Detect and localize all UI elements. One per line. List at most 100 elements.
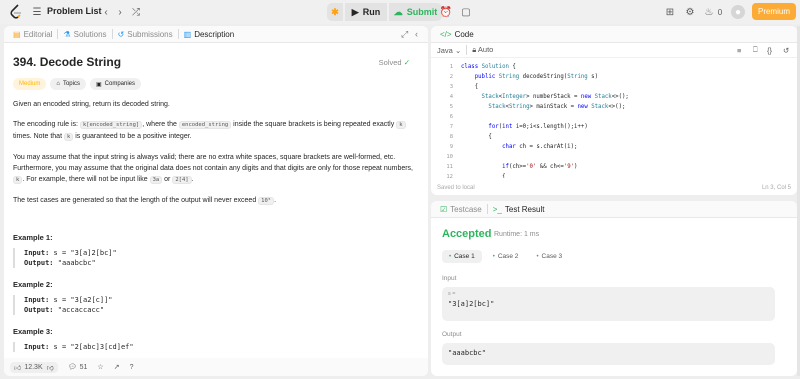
code-brackets-icon: </>: [440, 29, 452, 39]
avatar[interactable]: ●: [731, 5, 745, 19]
saved-status: Saved to local: [437, 185, 475, 191]
chevron-down-icon: ⌄: [454, 45, 462, 55]
checkbox-icon: ☑: [440, 204, 448, 214]
tab-description[interactable]: ▥ Description: [179, 26, 240, 43]
top-nav-bar: ☰ Problem List ‹ › ⤮ ✱ ▶ Run ☁ Submit ⏰ ▢ …: [0, 0, 800, 24]
leetcode-logo-icon[interactable]: [9, 4, 23, 20]
code-tab-bar: </> Code: [431, 26, 797, 43]
output-box: "aaabcbc": [442, 343, 775, 365]
tab-submissions[interactable]: ↺ Submissions: [113, 26, 178, 43]
input-label: Input: [442, 275, 457, 282]
tag-row: Medium ⌂ Topics ▣ Companies: [13, 78, 417, 90]
companies-button[interactable]: ▣ Companies: [89, 78, 142, 90]
line-number: 7: [449, 124, 453, 130]
debug-button[interactable]: ✱: [327, 3, 343, 21]
flask-icon: ⚗: [63, 29, 71, 39]
case-tab-2[interactable]: • Case 2: [486, 250, 526, 263]
bug-icon: ✱: [331, 6, 339, 17]
line-number: 2: [449, 74, 453, 80]
problem-list-icon[interactable]: ☰: [30, 5, 44, 19]
run-submit-group: ✱ ▶ Run ☁ Submit: [327, 3, 442, 21]
check-circle-icon: ✓: [403, 58, 410, 67]
bookmark-icon[interactable]: ⎕: [753, 45, 758, 55]
code-panel: </> Code Java ⌄ 🔒︎ Auto ≡ ⎕ {} ↺ 1 class …: [431, 26, 797, 195]
alarm-icon[interactable]: ⏰: [439, 5, 453, 19]
line-number: 6: [449, 114, 453, 120]
layout-grid-icon[interactable]: ⊞: [663, 5, 677, 19]
tab-test-result[interactable]: >_ Test Result: [488, 201, 550, 218]
code-line: Stack<String> mainStack = new Stack<>();: [488, 104, 626, 110]
tag-icon: ⌂: [56, 81, 60, 87]
pass-dot-icon: •: [492, 253, 495, 260]
problem-list-link[interactable]: Problem List: [47, 6, 102, 16]
streak-count: 0: [717, 7, 723, 17]
pass-dot-icon: •: [449, 253, 452, 260]
code-line: {: [461, 134, 492, 140]
shuffle-icon[interactable]: ⤮: [129, 5, 143, 19]
submit-button[interactable]: ☁ Submit: [389, 3, 442, 21]
topics-button[interactable]: ⌂ Topics: [50, 78, 86, 90]
next-problem-icon[interactable]: ›: [113, 5, 127, 19]
example-1-box: Input: s = "3[a]2[bc]" Output: "aaabcbc": [13, 248, 417, 268]
input-box: s = "3[a]2[bc]": [442, 287, 775, 321]
auto-mode-toggle[interactable]: 🔒︎ Auto: [472, 45, 493, 55]
example-2-box: Input: s = "3[a2[c]]" Output: "accaccacc…: [13, 295, 417, 315]
code-line: {: [461, 84, 479, 90]
line-number: 3: [449, 84, 453, 90]
notes-icon[interactable]: ▢: [459, 5, 473, 19]
description-panel: ▤ Editorial ⚗ Solutions ↺ Submissions ▥ Desc…: [4, 26, 428, 376]
prev-problem-icon[interactable]: ‹: [99, 5, 113, 19]
code-line: Stack<Integer> numberStack = new Stack<>…: [481, 94, 629, 100]
reset-icon[interactable]: ↺: [783, 46, 789, 55]
line-number: 1: [449, 64, 453, 70]
result-status: Accepted: [442, 228, 492, 240]
solved-status: Solved ✓: [378, 58, 410, 67]
case-tab-3[interactable]: • Case 3: [529, 250, 569, 263]
code-line: class Solution {: [461, 64, 516, 70]
upload-cloud-icon: ☁: [393, 6, 403, 17]
tab-editorial[interactable]: ▤ Editorial: [8, 26, 57, 43]
thumbs-down-icon[interactable]: 👎︎: [47, 363, 54, 372]
braces-icon[interactable]: {}: [767, 46, 772, 55]
problem-description: 394. Decode String Solved ✓ Medium ⌂ Topi…: [13, 52, 417, 362]
collapse-left-icon[interactable]: ‹: [415, 29, 418, 39]
line-number: 11: [446, 164, 453, 170]
line-number: 8: [449, 134, 453, 140]
comments-button[interactable]: 💬︎ 51: [67, 363, 88, 372]
comment-icon: 💬︎: [67, 364, 77, 371]
settings-gear-icon[interactable]: ⚙: [683, 5, 697, 19]
example-3-title: Example 3:: [13, 327, 53, 336]
building-icon: ▣: [95, 81, 102, 88]
tab-testcase[interactable]: ☑ Testcase: [435, 201, 487, 218]
tab-code[interactable]: </> Code: [435, 26, 479, 43]
line-number: 9: [449, 144, 453, 150]
code-line: for(int i=0;i<s.length();i++): [488, 124, 588, 130]
share-icon[interactable]: ↗: [114, 363, 120, 371]
line-number: 12: [446, 174, 453, 178]
code-editor[interactable]: 1 class Solution { 2 public String decod…: [431, 60, 797, 178]
fullscreen-icon[interactable]: ⤢: [401, 29, 408, 40]
case-tab-1[interactable]: • Case 1: [442, 250, 482, 263]
description-footer: 👍︎ 12.3K 👎︎ 💬︎ 51 ☆ ↗ ?: [4, 358, 428, 376]
favorite-star-icon[interactable]: ☆: [97, 363, 103, 371]
premium-button[interactable]: Premium: [752, 3, 796, 20]
document-icon: ▥: [183, 29, 192, 39]
problem-title: 394. Decode String: [13, 55, 122, 69]
like-button[interactable]: 👍︎ 12.3K 👎︎: [10, 361, 58, 373]
history-icon: ↺: [117, 29, 125, 39]
code-line: if(ch>='0' && ch<='9'): [502, 164, 578, 170]
example-2-title: Example 2:: [13, 280, 53, 289]
output-label: Output: [442, 331, 462, 338]
code-line: public String decodeString(String s): [474, 74, 599, 80]
tab-solutions[interactable]: ⚗ Solutions: [58, 26, 111, 43]
help-icon[interactable]: ?: [130, 364, 134, 371]
language-select[interactable]: Java ⌄: [437, 46, 461, 55]
thumbs-up-icon: 👍︎: [14, 364, 22, 372]
line-number: 10: [446, 154, 453, 160]
line-number: 4: [449, 94, 453, 100]
run-button[interactable]: ▶ Run: [345, 3, 387, 21]
encoding-rule-text: The encoding rule is: k[encoded_string],…: [13, 119, 417, 143]
lock-icon: 🔒︎: [472, 45, 477, 54]
format-icon[interactable]: ≡: [737, 46, 741, 55]
pass-dot-icon: •: [536, 253, 539, 260]
